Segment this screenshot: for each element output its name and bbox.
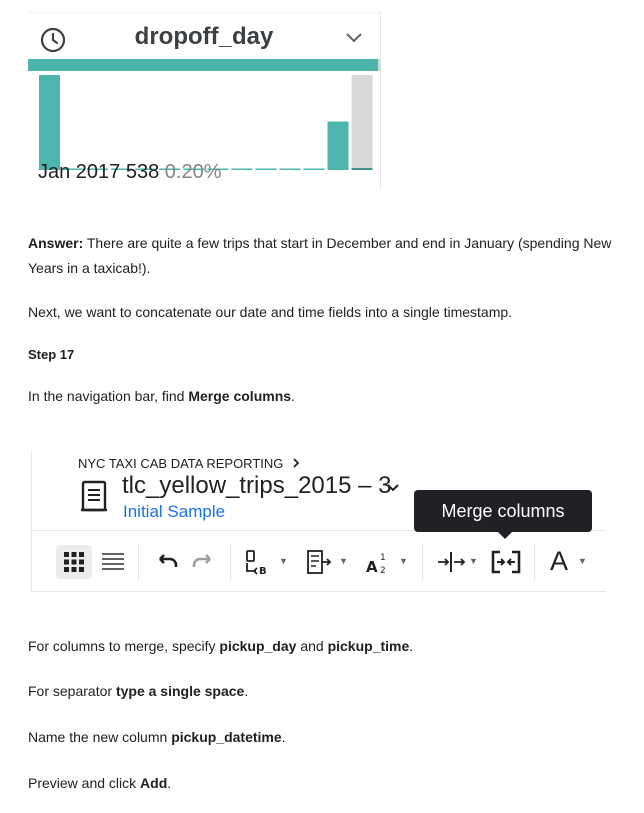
data-quality-bar bbox=[28, 59, 380, 71]
sample-link[interactable]: Initial Sample bbox=[123, 502, 225, 522]
prev-post: . bbox=[167, 775, 172, 791]
nav-post: . bbox=[291, 388, 295, 404]
name-post: . bbox=[281, 729, 286, 745]
histogram-bar[interactable] bbox=[39, 75, 60, 170]
format-button[interactable]: A 1 2 ▼ bbox=[362, 545, 408, 579]
summary-label: Jan 2017 bbox=[38, 161, 121, 183]
merge-post: . bbox=[409, 638, 414, 654]
dataprep-header: NYC TAXI CAB DATA REPORTING tlc_yellow_t… bbox=[28, 450, 606, 592]
nav-pre: In the navigation bar, find bbox=[28, 388, 189, 404]
histogram-bar[interactable] bbox=[279, 168, 301, 171]
sep-bold: type a single space bbox=[115, 683, 245, 699]
svg-text:B: B bbox=[259, 566, 267, 577]
filter-rows-button[interactable]: ▼ bbox=[302, 545, 348, 579]
rename-button[interactable]: B ▼ bbox=[242, 545, 288, 579]
merge-b2: pickup_time bbox=[327, 638, 410, 654]
histogram-bar[interactable] bbox=[327, 121, 349, 170]
prev-pre: Preview and click bbox=[28, 775, 141, 791]
breadcrumb-text: NYC TAXI CAB DATA REPORTING bbox=[78, 456, 284, 471]
preview-paragraph: Preview and click Add. bbox=[28, 771, 618, 796]
toolbar: B ▼ ▼ A 1 2 ▼ ▼ A ▼ bbox=[32, 530, 606, 592]
answer-label: Answer: bbox=[28, 235, 84, 251]
nav-paragraph: In the navigation bar, find Merge column… bbox=[28, 384, 618, 409]
merge-paragraph: For columns to merge, specify pickup_day… bbox=[28, 634, 618, 659]
redo-icon bbox=[192, 554, 211, 567]
data-quality-bar-end bbox=[378, 59, 381, 71]
text-format-icon: A bbox=[550, 546, 569, 576]
svg-text:2: 2 bbox=[380, 566, 386, 576]
merge-columns-icon bbox=[491, 550, 521, 574]
histogram-bar[interactable] bbox=[303, 168, 325, 171]
histogram-bar[interactable] bbox=[351, 168, 373, 170]
column-name: dropoff_day bbox=[134, 23, 274, 50]
flow-name[interactable]: tlc_yellow_trips_2015 – 3 bbox=[122, 472, 392, 500]
name-paragraph: Name the new column pickup_datetime. bbox=[28, 725, 618, 750]
next-paragraph: Next, we want to concatenate our date an… bbox=[28, 304, 513, 320]
toolbar-separator bbox=[138, 543, 139, 581]
chevron-down-icon[interactable] bbox=[344, 31, 364, 45]
histogram-bar-background[interactable] bbox=[351, 75, 373, 170]
histogram[interactable] bbox=[28, 73, 380, 171]
caret-down-icon: ▼ bbox=[578, 556, 587, 566]
toolbar-separator bbox=[422, 543, 423, 581]
redo-button[interactable] bbox=[188, 545, 218, 579]
toolbar-separator bbox=[230, 543, 231, 581]
answer-text: There are quite a few trips that start i… bbox=[28, 235, 612, 276]
sep-pre: For separator bbox=[28, 683, 116, 699]
list-view-icon bbox=[102, 553, 124, 570]
filter-rows-icon bbox=[307, 550, 332, 574]
flow-icon bbox=[81, 480, 107, 512]
chevron-right-icon bbox=[293, 458, 300, 468]
name-pre: Name the new column bbox=[28, 729, 172, 745]
format-icon: A 1 2 bbox=[366, 553, 386, 576]
caret-down-icon: ▼ bbox=[339, 556, 348, 566]
name-bold: pickup_datetime bbox=[171, 729, 282, 745]
hover-summary: Jan 2017 538 0.20% bbox=[38, 161, 222, 184]
sep-post: . bbox=[244, 683, 249, 699]
undo-button[interactable] bbox=[152, 545, 182, 579]
list-view-button[interactable] bbox=[98, 545, 128, 579]
rename-icon: B bbox=[246, 550, 267, 577]
column-profile-card: dropoff_day Jan 2017 538 0.20% bbox=[28, 12, 381, 189]
histogram-bar[interactable] bbox=[255, 168, 277, 171]
merge-b1: pickup_day bbox=[219, 638, 297, 654]
chevron-down-icon[interactable] bbox=[386, 483, 400, 493]
merge-columns-button[interactable] bbox=[488, 545, 524, 579]
svg-text:1: 1 bbox=[380, 553, 386, 563]
merge-columns-tooltip: Merge columns bbox=[414, 490, 592, 532]
undo-icon bbox=[159, 554, 178, 567]
caret-down-icon: ▼ bbox=[469, 556, 478, 566]
summary-count: 538 bbox=[125, 161, 160, 183]
nav-bold: Merge columns bbox=[188, 388, 292, 404]
grid-view-button[interactable] bbox=[56, 545, 92, 579]
separator-paragraph: For separator type a single space. bbox=[28, 679, 618, 704]
svg-text:A: A bbox=[366, 558, 378, 576]
histogram-bar[interactable] bbox=[231, 168, 253, 171]
grid-view-icon bbox=[64, 552, 84, 572]
summary-percent: 0.20% bbox=[164, 161, 222, 183]
split-column-button[interactable]: ▼ bbox=[434, 545, 480, 579]
step-heading: Step 17 bbox=[28, 347, 75, 362]
split-column-icon bbox=[438, 552, 466, 572]
tooltip-arrow bbox=[498, 532, 512, 539]
caret-down-icon: ▼ bbox=[399, 556, 408, 566]
breadcrumb[interactable]: NYC TAXI CAB DATA REPORTING bbox=[78, 456, 301, 471]
prev-bold: Add bbox=[140, 775, 168, 791]
merge-mid: and bbox=[296, 638, 328, 654]
answer-paragraph: Answer: There are quite a few trips that… bbox=[28, 231, 618, 281]
caret-down-icon: ▼ bbox=[279, 556, 288, 566]
merge-pre: For columns to merge, specify bbox=[28, 638, 220, 654]
toolbar-separator bbox=[534, 543, 535, 581]
text-format-button[interactable]: A ▼ bbox=[546, 545, 596, 579]
